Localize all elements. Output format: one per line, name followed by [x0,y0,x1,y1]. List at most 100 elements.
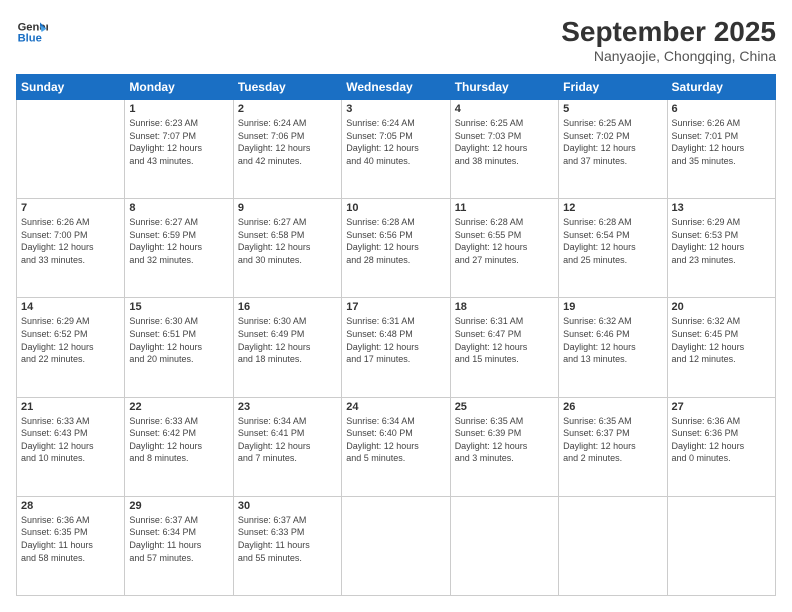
day-number: 21 [21,401,120,413]
day-number: 4 [455,103,554,115]
table-row: 20 Sunrise: 6:32 AM Sunset: 6:45 PM Dayli… [667,298,775,397]
table-row: 17 Sunrise: 6:31 AM Sunset: 6:48 PM Dayli… [342,298,450,397]
table-row: 9 Sunrise: 6:27 AM Sunset: 6:58 PM Daylig… [233,199,341,298]
col-tuesday: Tuesday [233,75,341,100]
table-row: 16 Sunrise: 6:30 AM Sunset: 6:49 PM Dayli… [233,298,341,397]
calendar-week-1: 1 Sunrise: 6:23 AM Sunset: 7:07 PM Daylig… [17,100,776,199]
cell-details: Sunrise: 6:28 AM Sunset: 6:55 PM Dayligh… [455,216,554,266]
calendar-week-3: 14Sunrise: 6:29 AM Sunset: 6:52 PM Dayli… [17,298,776,397]
table-row: 6 Sunrise: 6:26 AM Sunset: 7:01 PM Daylig… [667,100,775,199]
day-number: 12 [563,202,662,214]
table-row: 19Sunrise: 6:32 AM Sunset: 6:46 PM Dayli… [559,298,667,397]
day-number: 28 [21,500,120,512]
title-block: September 2025 Nanyaojie, Chongqing, Chi… [561,16,776,64]
page: General Blue September 2025 Nanyaojie, C… [0,0,792,612]
cell-details: Sunrise: 6:26 AM Sunset: 7:01 PM Dayligh… [672,117,771,167]
day-number: 14 [21,301,120,313]
col-saturday: Saturday [667,75,775,100]
cell-details: Sunrise: 6:24 AM Sunset: 7:06 PM Dayligh… [238,117,337,167]
cell-details: Sunrise: 6:32 AM Sunset: 6:45 PM Dayligh… [672,315,771,365]
table-row: 7Sunrise: 6:26 AM Sunset: 7:00 PM Daylig… [17,199,125,298]
day-number: 15 [129,301,228,313]
location-subtitle: Nanyaojie, Chongqing, China [561,48,776,64]
table-row: 10Sunrise: 6:28 AM Sunset: 6:56 PM Dayli… [342,199,450,298]
table-row [450,496,558,595]
day-number: 26 [563,401,662,413]
day-number: 16 [238,301,337,313]
table-row: 22Sunrise: 6:33 AM Sunset: 6:42 PM Dayli… [125,397,233,496]
table-row: 4 Sunrise: 6:25 AM Sunset: 7:03 PM Daylig… [450,100,558,199]
table-row: 12 Sunrise: 6:28 AM Sunset: 6:54 PM Dayli… [559,199,667,298]
table-row: 14Sunrise: 6:29 AM Sunset: 6:52 PM Dayli… [17,298,125,397]
cell-details: Sunrise: 6:34 AM Sunset: 6:41 PM Dayligh… [238,415,337,465]
svg-text:Blue: Blue [18,33,42,45]
day-number: 9 [238,202,337,214]
cell-details: Sunrise: 6:27 AM Sunset: 6:58 PM Dayligh… [238,216,337,266]
cell-details: Sunrise: 6:31 AM Sunset: 6:48 PM Dayligh… [346,315,445,365]
col-friday: Friday [559,75,667,100]
calendar-table: Sunday Monday Tuesday Wednesday Thursday… [16,74,776,596]
day-number: 30 [238,500,337,512]
calendar-week-4: 21 Sunrise: 6:33 AM Sunset: 6:43 PM Dayli… [17,397,776,496]
cell-details: Sunrise: 6:30 AM Sunset: 6:49 PM Dayligh… [238,315,337,365]
col-thursday: Thursday [450,75,558,100]
cell-details: Sunrise: 6:25 AM Sunset: 7:03 PM Dayligh… [455,117,554,167]
table-row: 13 Sunrise: 6:29 AM Sunset: 6:53 PM Dayli… [667,199,775,298]
col-monday: Monday [125,75,233,100]
day-number: 23 [238,401,337,413]
day-number: 17 [346,301,445,313]
table-row: 26 Sunrise: 6:35 AM Sunset: 6:37 PM Dayli… [559,397,667,496]
col-wednesday: Wednesday [342,75,450,100]
table-row: 8 Sunrise: 6:27 AM Sunset: 6:59 PM Daylig… [125,199,233,298]
day-number: 2 [238,103,337,115]
cell-details: Sunrise: 6:36 AM Sunset: 6:36 PM Dayligh… [672,415,771,465]
logo-icon: General Blue [16,16,48,48]
table-row: 3 Sunrise: 6:24 AM Sunset: 7:05 PM Daylig… [342,100,450,199]
table-row: 23 Sunrise: 6:34 AM Sunset: 6:41 PM Dayli… [233,397,341,496]
cell-details: Sunrise: 6:33 AM Sunset: 6:42 PM Dayligh… [129,415,228,465]
cell-details: Sunrise: 6:25 AM Sunset: 7:02 PM Dayligh… [563,117,662,167]
cell-details: Sunrise: 6:37 AM Sunset: 6:34 PM Dayligh… [129,514,228,564]
day-number: 25 [455,401,554,413]
day-number: 11 [455,202,554,214]
day-number: 5 [563,103,662,115]
table-row: 24 Sunrise: 6:34 AM Sunset: 6:40 PM Dayli… [342,397,450,496]
cell-details: Sunrise: 6:33 AM Sunset: 6:43 PM Dayligh… [21,415,120,465]
table-row: 29Sunrise: 6:37 AM Sunset: 6:34 PM Dayli… [125,496,233,595]
cell-details: Sunrise: 6:37 AM Sunset: 6:33 PM Dayligh… [238,514,337,564]
day-number: 3 [346,103,445,115]
table-row: 21 Sunrise: 6:33 AM Sunset: 6:43 PM Dayli… [17,397,125,496]
day-number: 27 [672,401,771,413]
cell-details: Sunrise: 6:31 AM Sunset: 6:47 PM Dayligh… [455,315,554,365]
table-row: 5 Sunrise: 6:25 AM Sunset: 7:02 PM Daylig… [559,100,667,199]
day-number: 10 [346,202,445,214]
month-title: September 2025 [561,16,776,48]
table-row: 25 Sunrise: 6:35 AM Sunset: 6:39 PM Dayli… [450,397,558,496]
cell-details: Sunrise: 6:23 AM Sunset: 7:07 PM Dayligh… [129,117,228,167]
day-number: 6 [672,103,771,115]
day-number: 1 [129,103,228,115]
logo: General Blue [16,16,48,48]
header: General Blue September 2025 Nanyaojie, C… [16,16,776,64]
cell-details: Sunrise: 6:35 AM Sunset: 6:39 PM Dayligh… [455,415,554,465]
cell-details: Sunrise: 6:30 AM Sunset: 6:51 PM Dayligh… [129,315,228,365]
day-number: 20 [672,301,771,313]
table-row: 18 Sunrise: 6:31 AM Sunset: 6:47 PM Dayli… [450,298,558,397]
cell-details: Sunrise: 6:27 AM Sunset: 6:59 PM Dayligh… [129,216,228,266]
day-number: 13 [672,202,771,214]
cell-details: Sunrise: 6:28 AM Sunset: 6:54 PM Dayligh… [563,216,662,266]
header-row: Sunday Monday Tuesday Wednesday Thursday… [17,75,776,100]
table-row [342,496,450,595]
cell-details: Sunrise: 6:29 AM Sunset: 6:53 PM Dayligh… [672,216,771,266]
table-row: 30 Sunrise: 6:37 AM Sunset: 6:33 PM Dayli… [233,496,341,595]
cell-details: Sunrise: 6:24 AM Sunset: 7:05 PM Dayligh… [346,117,445,167]
day-number: 19 [563,301,662,313]
table-row: 27 Sunrise: 6:36 AM Sunset: 6:36 PM Dayli… [667,397,775,496]
day-number: 8 [129,202,228,214]
day-number: 18 [455,301,554,313]
cell-details: Sunrise: 6:34 AM Sunset: 6:40 PM Dayligh… [346,415,445,465]
day-number: 24 [346,401,445,413]
table-row: 15 Sunrise: 6:30 AM Sunset: 6:51 PM Dayli… [125,298,233,397]
cell-details: Sunrise: 6:35 AM Sunset: 6:37 PM Dayligh… [563,415,662,465]
table-row: 28Sunrise: 6:36 AM Sunset: 6:35 PM Dayli… [17,496,125,595]
